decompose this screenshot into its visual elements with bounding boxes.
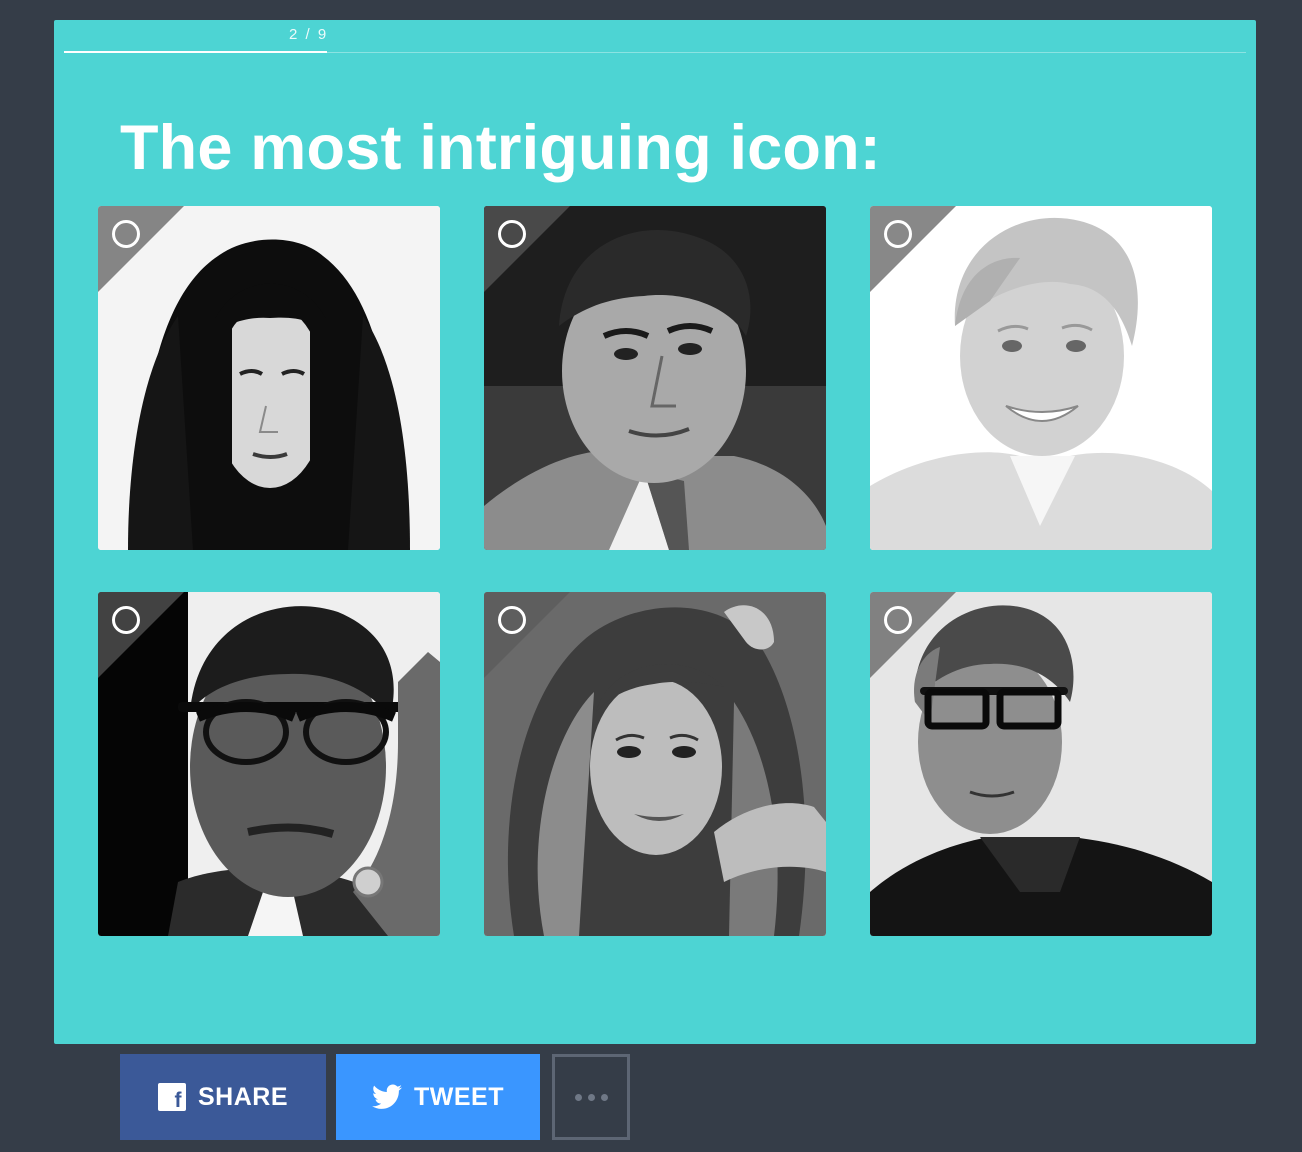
choice-card[interactable] xyxy=(870,206,1212,550)
facebook-share-label: SHARE xyxy=(197,1082,288,1111)
radio-icon[interactable] xyxy=(884,606,912,634)
progress-label: 2 / 9 xyxy=(289,26,329,43)
choice-card[interactable] xyxy=(870,592,1212,936)
radio-icon[interactable] xyxy=(884,220,912,248)
ellipsis-icon xyxy=(574,1093,608,1101)
choice-corner xyxy=(484,206,570,292)
radio-icon[interactable] xyxy=(498,606,526,634)
facebook-share-button[interactable]: f SHARE xyxy=(120,1054,326,1140)
radio-icon[interactable] xyxy=(112,220,140,248)
progress-bar: 2 / 9 xyxy=(64,26,1246,53)
facebook-icon: f xyxy=(157,1083,186,1111)
question-title: The most intriguing icon: xyxy=(120,113,881,183)
choice-corner xyxy=(98,206,184,292)
quiz-card: 2 / 9 The most intriguing icon: xyxy=(54,20,1256,1044)
choice-corner xyxy=(870,206,956,292)
choice-card[interactable] xyxy=(484,206,826,550)
radio-icon[interactable] xyxy=(498,220,526,248)
twitter-bird-icon xyxy=(372,1084,402,1109)
radio-icon[interactable] xyxy=(112,606,140,634)
choice-corner xyxy=(870,592,956,678)
choice-corner xyxy=(98,592,184,678)
choice-card[interactable] xyxy=(98,592,440,936)
more-share-button[interactable] xyxy=(552,1054,630,1140)
choice-card[interactable] xyxy=(484,592,826,936)
choice-corner xyxy=(484,592,570,678)
twitter-tweet-button[interactable]: TWEET xyxy=(336,1054,540,1140)
twitter-tweet-label: TWEET xyxy=(414,1082,504,1111)
choice-card[interactable] xyxy=(98,206,440,550)
progress-fill xyxy=(64,51,327,53)
